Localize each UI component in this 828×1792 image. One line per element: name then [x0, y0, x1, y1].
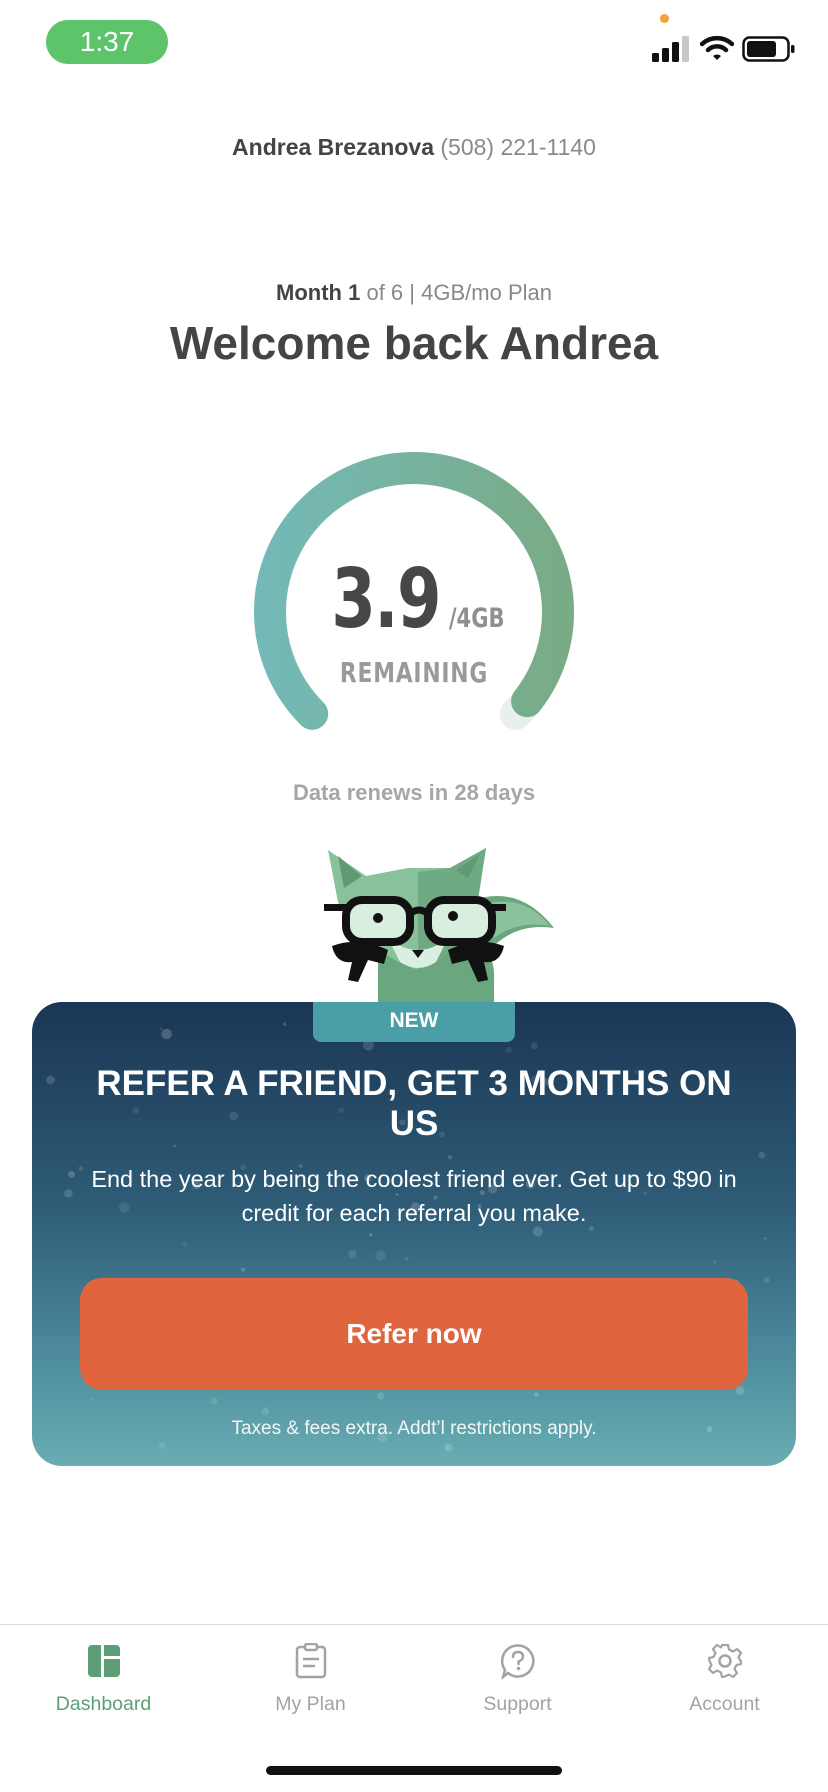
- snow-dot: [534, 1392, 539, 1397]
- snow-dot: [348, 1249, 357, 1259]
- tab-support-label: Support: [483, 1693, 552, 1715]
- plan-name: 4GB/mo Plan: [421, 280, 552, 305]
- clipboard-icon: [295, 1643, 326, 1679]
- referral-promo-card: NEW REFER A FRIEND, GET 3 MONTHS ON US E…: [32, 1002, 796, 1466]
- cellular-signal-icon: [652, 36, 689, 62]
- snow-dot: [447, 1155, 452, 1160]
- account-owner-line: Andrea Brezanova (508) 221-1140: [0, 134, 828, 161]
- plan-month: Month 1: [276, 280, 361, 305]
- snow-dot: [282, 1022, 287, 1026]
- snow-dot: [89, 1397, 93, 1402]
- snow-dot: [713, 1260, 717, 1264]
- welcome-title: Welcome back Andrea: [169, 317, 659, 369]
- gauge-label: REMAINING: [339, 656, 489, 689]
- snow-dot: [158, 1442, 166, 1449]
- data-renew-text: Data renews in 28 days: [292, 780, 536, 805]
- snow-dot: [46, 1075, 55, 1085]
- plan-separator: |: [409, 280, 416, 305]
- new-badge: NEW: [313, 1002, 515, 1042]
- fox-mascot-illustration: [324, 848, 554, 1004]
- plan-month-total: of 6: [366, 280, 404, 305]
- tab-my-plan[interactable]: My Plan: [207, 1643, 414, 1743]
- snow-dot: [444, 1443, 453, 1452]
- snow-dot: [404, 1256, 409, 1261]
- data-remaining-value: 3.9: [330, 552, 441, 647]
- tab-support[interactable]: Support: [414, 1643, 621, 1743]
- dashboard-icon: [87, 1645, 120, 1677]
- snow-dot: [64, 1189, 73, 1198]
- snow-dot: [505, 1046, 512, 1054]
- snow-dot: [368, 1233, 373, 1237]
- promo-footnote: Taxes & fees extra. Addt’l restrictions …: [231, 1418, 597, 1439]
- user-phone: (508) 221-1140: [440, 134, 596, 160]
- snow-dot: [261, 1407, 270, 1416]
- snow-dot: [159, 1026, 163, 1031]
- battery-icon: [742, 36, 795, 62]
- snow-dot: [68, 1171, 75, 1178]
- snow-dot: [182, 1241, 188, 1247]
- user-name: Andrea Brezanova: [232, 134, 434, 160]
- snow-dot: [735, 1386, 745, 1396]
- question-icon: [500, 1644, 535, 1679]
- wifi-icon: [700, 35, 734, 60]
- plan-progress-line: Month 1 of 6 | 4GB/mo Plan: [0, 280, 828, 306]
- tab-dashboard-label: Dashboard: [55, 1693, 152, 1715]
- snow-dot: [763, 1277, 770, 1283]
- tab-dashboard[interactable]: Dashboard: [0, 1643, 207, 1743]
- dashboard-screen: 1:37 Andrea Brezanova (508) 221-1140 Mon…: [0, 0, 828, 1792]
- tab-account[interactable]: Account: [621, 1643, 828, 1743]
- snow-dot: [172, 1144, 176, 1148]
- data-total-unit: /4GB: [448, 603, 505, 634]
- snow-dot: [530, 1042, 538, 1050]
- snow-dot: [375, 1250, 386, 1261]
- gear-icon: [707, 1643, 742, 1679]
- tab-my-plan-label: My Plan: [275, 1693, 346, 1715]
- status-time: 1:37: [46, 20, 168, 64]
- promo-body: End the year by being the coolest friend…: [91, 1166, 737, 1226]
- tab-account-label: Account: [689, 1693, 760, 1715]
- snow-dot: [758, 1151, 766, 1159]
- home-indicator: [266, 1766, 562, 1775]
- snow-dot: [376, 1392, 385, 1400]
- snow-dot: [241, 1267, 246, 1272]
- snow-dot: [161, 1028, 172, 1040]
- privacy-indicator-dot: [660, 14, 669, 23]
- snow-dot: [210, 1397, 218, 1405]
- refer-now-button[interactable]: Refer now: [80, 1278, 748, 1390]
- gauge-value: 3.9/4GB: [226, 552, 602, 647]
- promo-title: REFER A FRIEND, GET 3 MONTHS ON US: [96, 1064, 732, 1143]
- snow-dot: [763, 1236, 767, 1240]
- data-remaining-gauge: 3.9/4GB REMAINING: [226, 424, 602, 764]
